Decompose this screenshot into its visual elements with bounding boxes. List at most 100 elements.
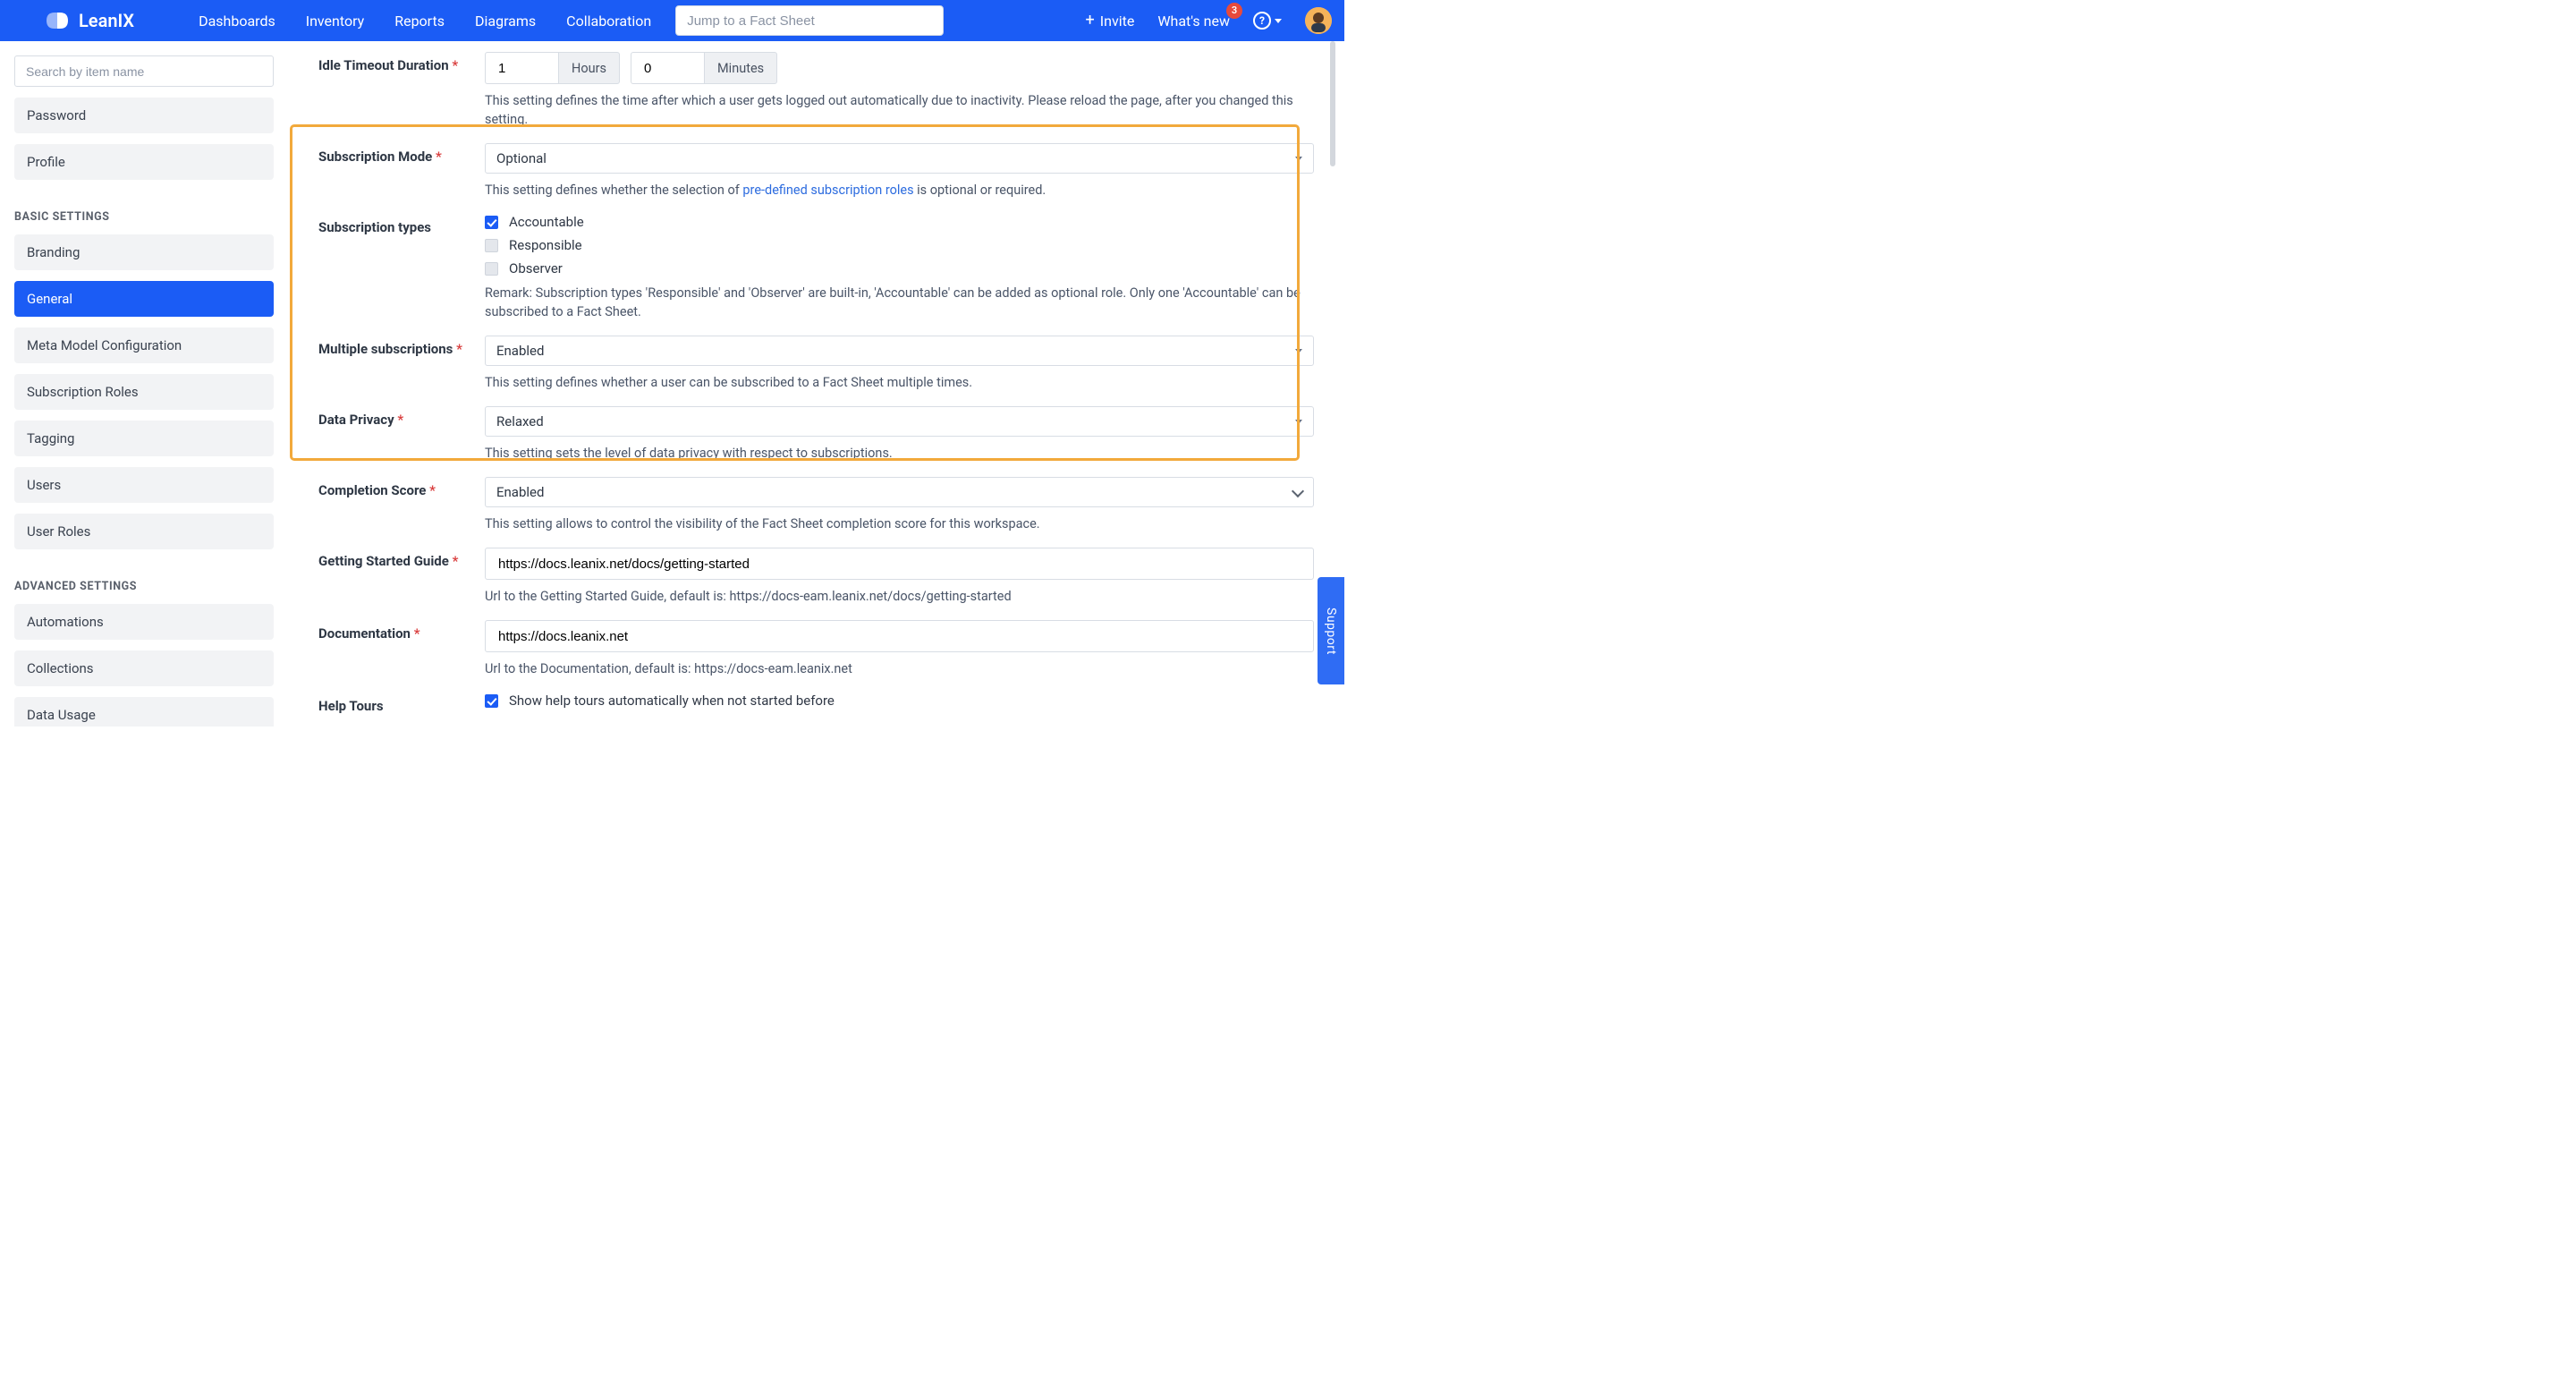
label-get-started-text: Getting Started Guide	[318, 553, 449, 569]
idle-timeout-inputs: Hours Minutes	[485, 52, 1314, 84]
nav-inventory[interactable]: Inventory	[291, 13, 380, 30]
whats-new-badge: 3	[1226, 3, 1242, 19]
help-getting-started: Url to the Getting Started Guide, defaul…	[485, 587, 1314, 606]
row-getting-started: Getting Started Guide * Url to the Getti…	[318, 548, 1314, 606]
nav-collaboration[interactable]: Collaboration	[551, 13, 666, 30]
settings-form: Idle Timeout Duration * Hours Minutes Th…	[288, 41, 1344, 727]
select-data-privacy-value: Relaxed	[496, 413, 544, 429]
invite-button[interactable]: + Invite	[1086, 13, 1135, 30]
select-mult-sub-value: Enabled	[496, 343, 544, 359]
plus-icon: +	[1086, 13, 1095, 29]
row-documentation: Documentation * Url to the Documentation…	[318, 620, 1314, 678]
row-data-privacy: Data Privacy * Relaxed This setting sets…	[318, 406, 1314, 463]
label-mult-sub-text: Multiple subscriptions	[318, 341, 453, 357]
row-help-tours: Help Tours Show help tours automatically…	[318, 693, 1314, 716]
minutes-unit: Minutes	[704, 52, 777, 84]
caret-down-icon	[1275, 19, 1282, 23]
select-completion-score[interactable]: Enabled	[485, 477, 1314, 507]
checkbox-accountable-label: Accountable	[509, 214, 584, 230]
top-nav: LeanIX Dashboards Inventory Reports Diag…	[0, 0, 1344, 41]
support-tab[interactable]: Support	[1318, 577, 1344, 684]
help-subscription-types: Remark: Subscription types 'Responsible'…	[485, 284, 1314, 321]
sidebar-item-tagging[interactable]: Tagging	[14, 421, 274, 456]
caret-down-icon	[1295, 349, 1302, 353]
hours-unit: Hours	[558, 52, 620, 84]
brand[interactable]: LeanIX	[45, 10, 134, 31]
nav-dashboards[interactable]: Dashboards	[183, 13, 291, 30]
brand-name: LeanIX	[79, 10, 134, 31]
invite-label: Invite	[1100, 13, 1135, 30]
nav-diagrams[interactable]: Diagrams	[460, 13, 551, 30]
label-multiple-subscriptions: Multiple subscriptions *	[318, 336, 485, 392]
row-multiple-subscriptions: Multiple subscriptions * Enabled This se…	[318, 336, 1314, 392]
help-sub-mode-pre: This setting defines whether the selecti…	[485, 183, 742, 198]
label-data-privacy-text: Data Privacy	[318, 412, 394, 428]
whats-new-button[interactable]: What's new 3	[1157, 13, 1230, 30]
sidebar-heading-basic: BASIC SETTINGS	[14, 210, 274, 224]
label-documentation: Documentation *	[318, 620, 485, 678]
label-comp-score-text: Completion Score	[318, 482, 426, 498]
label-subscription-mode: Subscription Mode *	[318, 143, 485, 200]
label-idle-timeout: Idle Timeout Duration *	[318, 52, 485, 129]
checkbox-icon	[485, 216, 498, 229]
checkbox-responsible-label: Responsible	[509, 237, 582, 253]
sidebar-item-general[interactable]: General	[14, 281, 274, 317]
user-avatar[interactable]	[1305, 7, 1332, 34]
sidebar-item-collections[interactable]: Collections	[14, 650, 274, 686]
sidebar-item-user-roles[interactable]: User Roles	[14, 514, 274, 549]
checkbox-help-tours[interactable]: Show help tours automatically when not s…	[485, 693, 1314, 709]
whats-new-label: What's new	[1157, 13, 1230, 30]
checkbox-help-tours-label: Show help tours automatically when not s…	[509, 693, 835, 709]
label-completion-score: Completion Score *	[318, 477, 485, 533]
checkbox-responsible: Responsible	[485, 237, 1314, 253]
sidebar-search	[14, 55, 274, 87]
help-completion-score: This setting allows to control the visib…	[485, 514, 1314, 533]
row-subscription-types: Subscription types Accountable Responsib…	[318, 214, 1314, 321]
nav-items: Dashboards Inventory Reports Diagrams Co…	[183, 13, 666, 30]
checkbox-observer-label: Observer	[509, 260, 563, 276]
sidebar-heading-advanced: ADVANCED SETTINGS	[14, 580, 274, 593]
sidebar-search-input[interactable]	[14, 55, 274, 87]
help-multiple-subscriptions: This setting defines whether a user can …	[485, 373, 1314, 392]
help-data-privacy: This setting sets the level of data priv…	[485, 444, 1314, 463]
checkbox-accountable[interactable]: Accountable	[485, 214, 1314, 230]
label-doc-text: Documentation	[318, 625, 411, 642]
select-multiple-subscriptions[interactable]: Enabled	[485, 336, 1314, 366]
nav-right: + Invite What's new 3 ?	[1086, 7, 1332, 34]
link-predefined-roles[interactable]: pre-defined subscription roles	[742, 183, 913, 198]
label-subscription-mode-text: Subscription Mode	[318, 149, 432, 165]
sidebar-item-data-usage[interactable]: Data Usage	[14, 697, 274, 727]
nav-reports[interactable]: Reports	[379, 13, 460, 30]
sidebar-item-profile[interactable]: Profile	[14, 144, 274, 180]
checkbox-icon	[485, 262, 498, 276]
select-data-privacy[interactable]: Relaxed	[485, 406, 1314, 437]
checkbox-icon	[485, 239, 498, 252]
row-idle-timeout: Idle Timeout Duration * Hours Minutes Th…	[318, 52, 1314, 129]
input-documentation[interactable]	[485, 620, 1314, 652]
help-idle-timeout: This setting defines the time after whic…	[485, 91, 1314, 129]
label-subscription-types: Subscription types	[318, 214, 485, 321]
caret-down-icon	[1295, 420, 1302, 424]
input-getting-started[interactable]	[485, 548, 1314, 580]
sidebar-item-branding[interactable]: Branding	[14, 234, 274, 270]
nav-search-input[interactable]	[675, 5, 944, 36]
label-help-tours: Help Tours	[318, 693, 485, 716]
help-subscription-mode: This setting defines whether the selecti…	[485, 181, 1314, 200]
minutes-input[interactable]	[631, 52, 704, 84]
brand-logo-icon	[45, 11, 70, 30]
checkbox-observer: Observer	[485, 260, 1314, 276]
help-icon: ?	[1253, 12, 1271, 30]
scrollbar-thumb[interactable]	[1330, 41, 1335, 166]
checkbox-icon	[485, 694, 498, 708]
sidebar-item-automations[interactable]: Automations	[14, 604, 274, 640]
row-completion-score: Completion Score * Enabled This setting …	[318, 477, 1314, 533]
help-menu[interactable]: ?	[1253, 12, 1282, 30]
select-subscription-mode[interactable]: Optional	[485, 143, 1314, 174]
sidebar-item-users[interactable]: Users	[14, 467, 274, 503]
sidebar-item-meta-model[interactable]: Meta Model Configuration	[14, 327, 274, 363]
chevron-down-icon	[1292, 485, 1304, 497]
sidebar-item-password[interactable]: Password	[14, 98, 274, 133]
hours-input[interactable]	[485, 52, 558, 84]
caret-down-icon	[1295, 157, 1302, 161]
sidebar-item-subscription-roles[interactable]: Subscription Roles	[14, 374, 274, 410]
